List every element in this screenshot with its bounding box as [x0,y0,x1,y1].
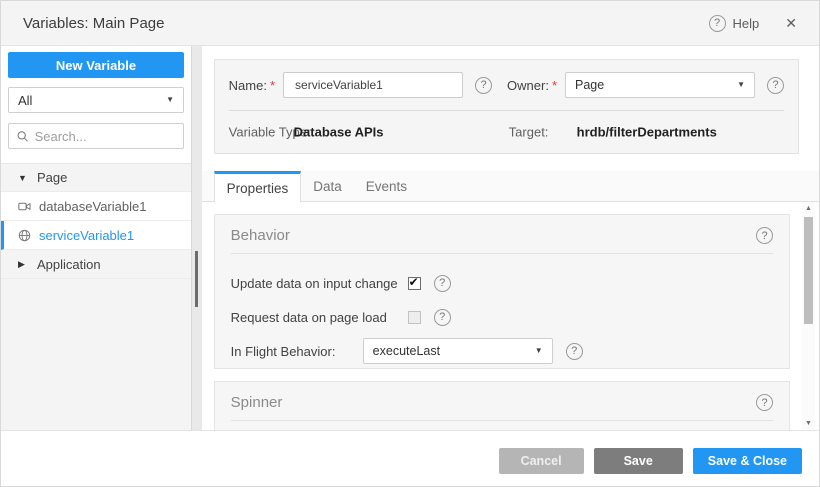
service-variable-icon [18,229,31,242]
name-help-icon[interactable]: ? [475,77,492,94]
scroll-up-icon[interactable]: ▲ [802,205,815,212]
request-data-checkbox[interactable] [408,311,421,324]
request-data-row: Request data on page load ? [215,300,789,334]
behavior-title: Behavior [231,227,290,244]
update-data-label: Update data on input change [231,276,408,291]
tab-properties[interactable]: Properties [214,171,302,202]
required-marker: * [270,78,275,93]
variable-summary-panel: Name:* ? Owner:* Page ▼ ? Variable Type:… [214,59,799,154]
sidebar: New Variable All ▼ ▼ Page [1,46,192,430]
new-variable-button[interactable]: New Variable [8,52,184,78]
target-label: Target: [509,125,549,140]
in-flight-label: In Flight Behavior: [231,344,363,359]
properties-scrollbar[interactable]: ▲ ▼ [802,202,815,430]
in-flight-help-icon[interactable]: ? [566,343,583,360]
behavior-help-icon[interactable]: ? [756,227,773,244]
check-icon: ✔ [409,275,419,289]
request-data-label: Request data on page load [231,310,408,325]
chevron-down-icon: ▼ [166,96,174,104]
update-data-checkbox[interactable]: ✔ [408,277,421,290]
scrollbar-thumb[interactable] [804,217,813,324]
target-value: hrdb/filterDepartments [577,125,717,140]
tree-item-label: databaseVariable1 [39,199,146,214]
database-variable-icon [18,200,31,213]
help-label[interactable]: Help [733,16,760,31]
tree-empty-area [1,279,191,430]
section-divider [231,253,773,254]
name-label: Name:* [229,78,275,93]
variable-type-value: Database APIs [294,125,384,140]
scroll-down-icon[interactable]: ▼ [802,420,815,427]
sidebar-scrollbar-thumb[interactable] [195,251,198,307]
search-box[interactable] [8,123,184,149]
owner-label: Owner:* [507,78,557,93]
update-data-row: Update data on input change ✔ ? [215,266,789,300]
tree-item-database-variable[interactable]: databaseVariable1 [1,192,191,221]
save-close-button[interactable]: Save & Close [693,448,802,474]
chevron-down-icon: ▼ [737,81,745,89]
tree-item-label: serviceVariable1 [39,228,134,243]
variable-filter-select[interactable]: All ▼ [8,87,184,113]
in-flight-behavior-select[interactable]: executeLast ▼ [363,338,553,364]
search-icon [17,130,29,143]
variable-tree: ▼ Page databaseVariable1 [1,163,191,430]
owner-selected-value: Page [575,78,604,92]
tab-data[interactable]: Data [301,171,354,201]
tab-bar: Properties Data Events [202,171,819,202]
caret-down-icon: ▼ [18,173,29,183]
behavior-header: Behavior ? [215,215,789,253]
spinner-title: Spinner [231,394,283,411]
tab-events[interactable]: Events [354,171,419,201]
tree-item-page[interactable]: ▼ Page [1,163,191,192]
spinner-help-icon[interactable]: ? [756,394,773,411]
tree-item-service-variable[interactable]: serviceVariable1 [1,221,191,250]
help-icon[interactable]: ? [709,15,726,32]
spinner-section: Spinner ? [214,381,790,430]
type-target-row: Variable Type: Database APIs Target: hrd… [215,111,798,153]
spinner-header: Spinner ? [215,382,789,420]
owner-select[interactable]: Page ▼ [565,72,755,98]
dialog-header: Variables: Main Page ? Help ✕ [1,1,819,46]
owner-help-icon[interactable]: ? [767,77,784,94]
properties-scroll-area: Behavior ? Update data on input change ✔… [202,202,819,430]
search-input[interactable] [35,129,175,144]
name-input[interactable] [283,72,463,98]
name-owner-row: Name:* ? Owner:* Page ▼ ? [215,60,798,110]
dialog-footer: Cancel Save Save & Close [1,431,819,487]
main-panel: Name:* ? Owner:* Page ▼ ? Variable Type:… [202,46,819,430]
chevron-down-icon: ▼ [535,347,543,355]
request-data-help-icon[interactable]: ? [434,309,451,326]
tree-item-application[interactable]: ▶ Application [1,250,191,279]
update-data-help-icon[interactable]: ? [434,275,451,292]
save-button[interactable]: Save [594,448,683,474]
required-marker: * [552,78,557,93]
sidebar-scrollbar[interactable] [192,46,202,430]
tree-item-label: Page [37,170,67,185]
cancel-button[interactable]: Cancel [499,448,584,474]
filter-selected-value: All [18,93,32,108]
in-flight-selected-value: executeLast [373,344,440,358]
dialog-body: New Variable All ▼ ▼ Page [1,46,819,431]
behavior-section: Behavior ? Update data on input change ✔… [214,214,790,369]
close-icon[interactable]: ✕ [785,15,797,32]
caret-right-icon: ▶ [18,259,29,270]
variables-dialog: Variables: Main Page ? Help ✕ New Variab… [0,0,820,487]
section-divider [231,420,773,421]
dialog-title: Variables: Main Page [23,15,709,32]
in-flight-row: In Flight Behavior: executeLast ▼ ? [215,334,789,368]
tree-item-label: Application [37,257,101,272]
sidebar-controls: New Variable All ▼ [1,46,191,149]
